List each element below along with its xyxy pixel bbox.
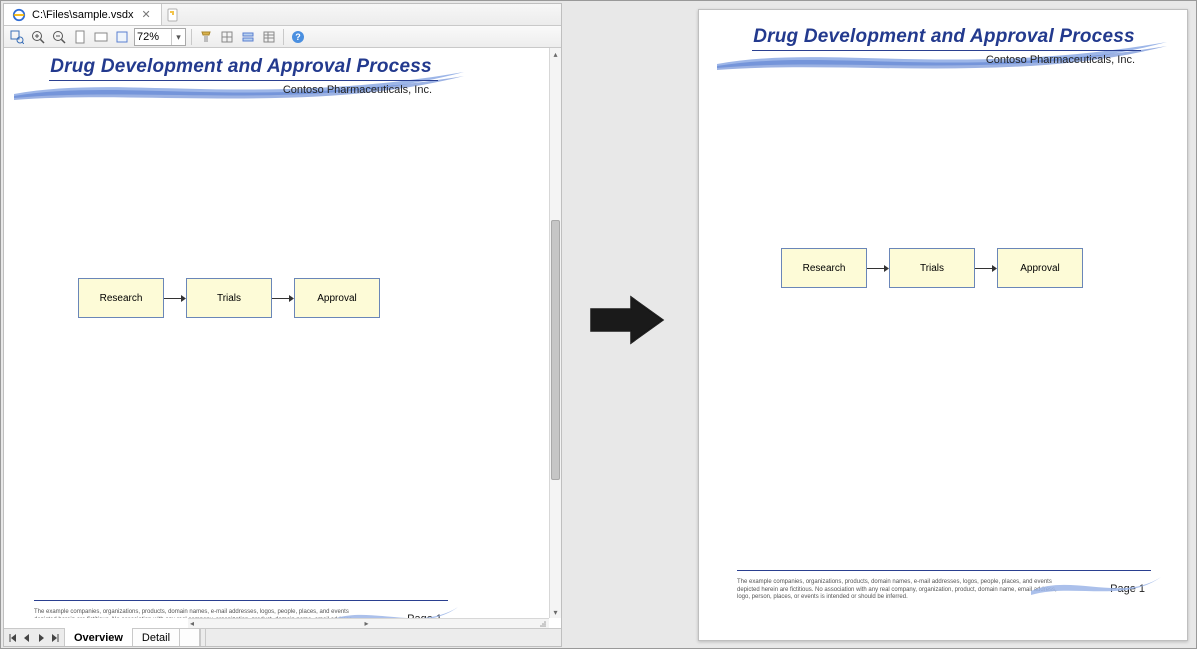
output-preview: Drug Development and Approval Process Co… [698,9,1188,641]
page-footer: The example companies, organizations, pr… [737,579,1151,601]
scroll-left-button[interactable]: ◂ [190,619,194,628]
scroll-up-button[interactable]: ▴ [550,48,561,60]
flow-node-research[interactable]: Research [78,278,164,318]
footer-rule [737,570,1151,571]
document-tab-title: C:\Files\sample.vsdx [32,9,133,21]
page-nav-buttons [4,629,65,646]
zoom-input[interactable] [135,31,171,43]
disclaimer-text: The example companies, organizations, pr… [737,579,1057,601]
zoom-in-button[interactable] [29,28,47,46]
page-tabstrip: Overview Detail [4,628,561,646]
zoom-out-button[interactable] [50,28,68,46]
document-page: Drug Development and Approval Process Co… [4,48,478,618]
flow-node-trials[interactable]: Trials [186,278,272,318]
zoom-region-button[interactable] [8,28,26,46]
page-footer: The example companies, organizations, pr… [34,609,448,618]
flowchart: Research Trials Approval [781,248,1083,288]
scroll-right-button[interactable]: ▸ [365,619,369,628]
flow-connector [272,298,294,299]
disclaimer-text: The example companies, organizations, pr… [34,609,354,618]
vertical-scrollbar[interactable]: ▴ ▾ [549,48,561,618]
comments-button[interactable] [239,28,257,46]
page-tab-blank[interactable] [180,629,200,646]
properties-icon [199,30,213,44]
zoom-out-icon [52,30,66,44]
scroll-thumb[interactable] [551,220,560,480]
page-subtitle: Contoso Pharmaceuticals, Inc. [283,84,432,96]
page-title: Drug Development and Approval Process [707,26,1181,48]
hand-icon [115,30,129,44]
help-icon: ? [291,30,305,44]
tabstrip-splitter[interactable] [200,629,206,646]
flow-node-research: Research [781,248,867,288]
page-tab-overview[interactable]: Overview [65,629,133,646]
fit-width-icon [94,30,108,44]
fit-width-button[interactable] [92,28,110,46]
zoom-combo[interactable]: ▾ [134,28,186,46]
flowchart: Research Trials Approval [78,278,380,318]
page-title: Drug Development and Approval Process [4,56,478,78]
svg-text:?: ? [295,32,301,42]
grid-icon [262,30,276,44]
flow-node-trials: Trials [889,248,975,288]
page-number: Page 1 [1110,583,1145,595]
first-page-button[interactable] [7,632,19,644]
flow-connector [975,268,997,269]
chevron-down-icon[interactable]: ▾ [171,29,185,45]
document-tab[interactable]: C:\Files\sample.vsdx ✕ [4,4,162,25]
fit-page-icon [73,30,87,44]
comments-icon [241,30,255,44]
fit-page-button[interactable] [71,28,89,46]
scroll-track[interactable] [550,60,561,606]
pan-button[interactable] [113,28,131,46]
flow-connector [867,268,889,269]
toolbar-separator [283,29,284,45]
zoom-in-icon [31,30,45,44]
last-page-button[interactable] [49,632,61,644]
toolbar-separator [191,29,192,45]
layers-button[interactable] [218,28,236,46]
page-subtitle: Contoso Pharmaceuticals, Inc. [986,54,1135,66]
new-doc-icon [166,8,180,22]
zoom-region-icon [10,30,24,44]
help-button[interactable]: ? [289,28,307,46]
shape-data-button[interactable] [260,28,278,46]
viewer-app: C:\Files\sample.vsdx ✕ ▾ ? [3,3,562,647]
prev-page-button[interactable] [21,632,33,644]
canvas-viewport[interactable]: Drug Development and Approval Process Co… [4,48,549,618]
document-page: Drug Development and Approval Process Co… [707,18,1181,613]
title-underline [752,50,1141,51]
flow-node-approval[interactable]: Approval [294,278,380,318]
properties-button[interactable] [197,28,215,46]
flow-node-approval: Approval [997,248,1083,288]
flow-connector [164,298,186,299]
scroll-down-button[interactable]: ▾ [550,606,561,618]
new-tab-button[interactable] [162,4,184,25]
resize-grip-icon[interactable] [539,620,547,628]
conversion-arrow-icon [587,293,667,347]
workarea: Drug Development and Approval Process Co… [4,48,561,628]
next-page-button[interactable] [35,632,47,644]
title-underline [49,80,438,81]
toolbar: ▾ ? [4,26,561,48]
ie-icon [12,8,26,22]
footer-rule [34,600,448,601]
close-tab-button[interactable]: ✕ [139,8,152,21]
horizontal-scrollbar[interactable]: ◂ ▸ [188,618,549,628]
page-tab-detail[interactable]: Detail [133,629,180,646]
document-tabstrip: C:\Files\sample.vsdx ✕ [4,4,561,26]
layers-icon [220,30,234,44]
